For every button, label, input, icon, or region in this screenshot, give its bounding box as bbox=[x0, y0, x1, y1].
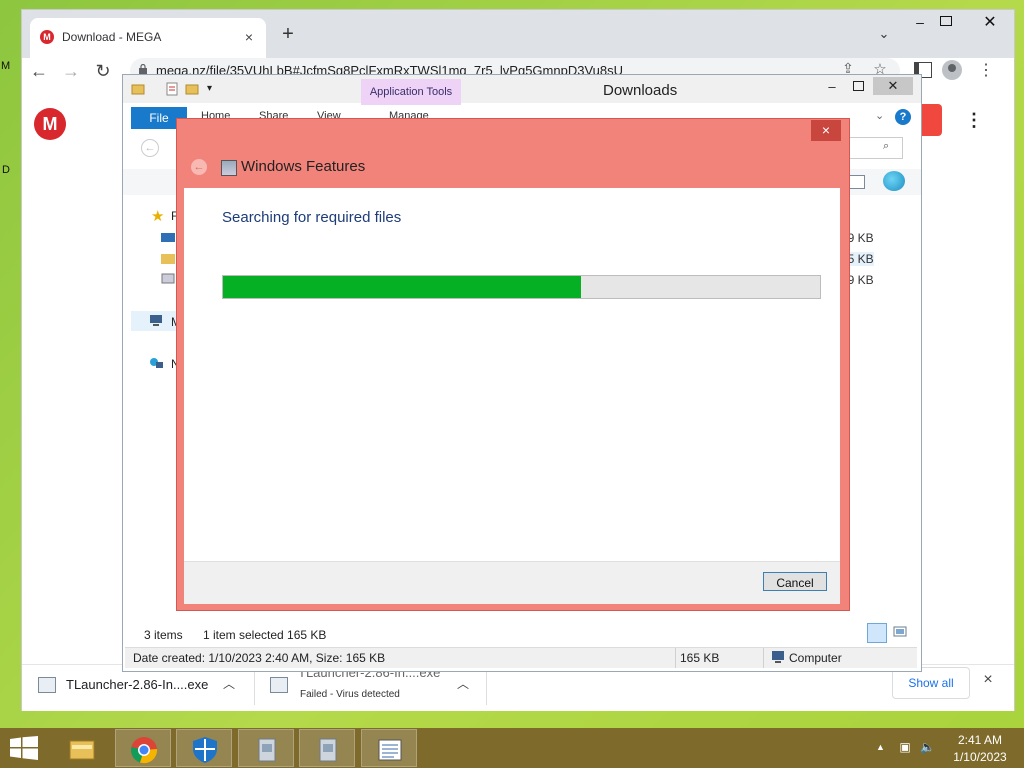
taskbar-installer[interactable] bbox=[238, 729, 294, 767]
windows-features-dialog: × ← Windows Features Searching for requi… bbox=[176, 118, 850, 611]
maximize-button[interactable] bbox=[853, 81, 864, 91]
volume-icon[interactable]: 🔈 bbox=[920, 740, 935, 754]
file-explorer-icon bbox=[69, 740, 95, 760]
exe-file-icon bbox=[38, 677, 56, 693]
browser-tab-strip: M Download - MEGA × + ⌄ – ✕ bbox=[22, 10, 1014, 58]
exe-file-icon bbox=[270, 677, 288, 693]
cancel-button[interactable]: Cancel bbox=[763, 572, 827, 591]
new-folder-icon[interactable] bbox=[185, 82, 199, 96]
details-text: Date created: 1/10/2023 2:40 AM, Size: 1… bbox=[133, 651, 386, 665]
details-size: 165 KB bbox=[680, 651, 720, 665]
chevron-up-icon[interactable]: ︿ bbox=[220, 675, 238, 693]
browser-tab[interactable]: M Download - MEGA × bbox=[30, 18, 266, 58]
favorites-star-icon: ★ bbox=[151, 208, 165, 225]
minimize-button[interactable]: – bbox=[825, 79, 839, 94]
help-icon[interactable]: ? bbox=[895, 109, 911, 125]
start-button[interactable] bbox=[0, 728, 48, 768]
close-window-button[interactable]: ✕ bbox=[873, 77, 913, 95]
search-icon: ⌕ bbox=[883, 140, 890, 152]
computer-icon bbox=[150, 315, 162, 326]
new-tab-button[interactable]: + bbox=[278, 24, 298, 44]
desktop-icon-label: D bbox=[2, 164, 10, 176]
computer-icon bbox=[772, 651, 784, 663]
folder-icon bbox=[131, 84, 145, 95]
globe-icon[interactable] bbox=[883, 171, 905, 191]
details-location: Computer bbox=[789, 651, 842, 665]
details-view-button[interactable] bbox=[867, 623, 887, 643]
chevron-down-icon[interactable]: ⌄ bbox=[875, 109, 884, 122]
dialog-content: Searching for required files bbox=[184, 188, 840, 561]
explorer-status-bar: 3 items 1 item selected 165 KB bbox=[123, 623, 921, 647]
properties-icon[interactable] bbox=[165, 82, 179, 96]
minimize-button[interactable]: – bbox=[910, 14, 930, 34]
taskbar-file-explorer[interactable] bbox=[54, 729, 110, 767]
back-arrow-icon: ← bbox=[191, 159, 207, 175]
reload-icon[interactable]: ↻ bbox=[92, 60, 114, 82]
desktop-icon-label: M bbox=[1, 60, 11, 72]
divider bbox=[763, 648, 764, 668]
installer-icon bbox=[319, 738, 337, 762]
chrome-icon bbox=[131, 737, 158, 764]
windows-features-icon bbox=[221, 160, 237, 176]
selection-info: 1 item selected 165 KB bbox=[203, 628, 327, 642]
item-count: 3 items bbox=[144, 628, 183, 642]
taskbar-installer[interactable] bbox=[299, 729, 355, 767]
downloads-folder-icon bbox=[161, 254, 175, 264]
mega-logo[interactable]: M bbox=[34, 108, 66, 140]
page-menu-icon[interactable]: ⋮ bbox=[964, 110, 984, 134]
qat-dropdown-icon[interactable]: ▾ bbox=[207, 83, 221, 97]
explorer-details-bar: Date created: 1/10/2023 2:40 AM, Size: 1… bbox=[125, 647, 917, 668]
maximize-button[interactable] bbox=[940, 16, 952, 26]
explorer-titlebar: ▾ Application Tools Downloads – ✕ bbox=[123, 75, 921, 105]
notepad-icon bbox=[378, 739, 402, 761]
explorer-title: Downloads bbox=[603, 82, 678, 99]
close-shelf-icon[interactable]: × bbox=[978, 671, 998, 691]
chevron-up-icon[interactable]: ︿ bbox=[454, 675, 472, 693]
tab-search-chevron-icon[interactable]: ⌄ bbox=[876, 26, 892, 42]
windows-logo-icon bbox=[10, 736, 38, 760]
show-hidden-icons-icon[interactable]: ▲ bbox=[876, 742, 885, 752]
back-arrow-icon[interactable]: ← bbox=[28, 60, 50, 82]
browser-menu-icon[interactable]: ⋮ bbox=[976, 60, 996, 80]
taskbar-notepad[interactable] bbox=[361, 729, 417, 767]
taskbar-windows-defender[interactable] bbox=[176, 729, 232, 767]
desktop-icon bbox=[161, 233, 175, 242]
taskbar-chrome[interactable] bbox=[115, 729, 171, 767]
lock-icon bbox=[139, 64, 147, 74]
dialog-close-button[interactable]: × bbox=[811, 120, 841, 141]
progress-bar-fill bbox=[223, 276, 582, 298]
tab-close-icon[interactable]: × bbox=[240, 28, 258, 46]
back-arrow-icon[interactable]: ← bbox=[141, 139, 159, 157]
progress-bar bbox=[222, 275, 821, 299]
mega-favicon-icon: M bbox=[40, 30, 54, 44]
profile-avatar-icon[interactable] bbox=[942, 60, 962, 80]
download-filename: TLauncher-2.86-In....exe bbox=[66, 677, 209, 692]
forward-arrow-icon[interactable]: → bbox=[60, 60, 82, 82]
context-tab-application-tools[interactable]: Application Tools bbox=[361, 79, 461, 105]
dialog-title: Windows Features bbox=[241, 158, 366, 175]
network-icon bbox=[150, 358, 163, 368]
large-icons-view-button[interactable] bbox=[891, 623, 909, 641]
download-status: Failed - Virus detected bbox=[300, 689, 400, 700]
shield-icon bbox=[193, 737, 217, 763]
divider bbox=[675, 648, 676, 668]
recent-places-icon bbox=[161, 273, 175, 284]
dialog-footer: Cancel bbox=[184, 561, 840, 604]
clock-time[interactable]: 2:41 AM bbox=[946, 733, 1014, 747]
clock-date[interactable]: 1/10/2023 bbox=[946, 750, 1014, 764]
taskbar: ▲ ▣ 🔈 2:41 AM 1/10/2023 bbox=[0, 728, 1024, 768]
tab-title: Download - MEGA bbox=[62, 30, 162, 44]
status-heading: Searching for required files bbox=[222, 209, 402, 226]
divider bbox=[486, 671, 487, 705]
close-window-button[interactable]: ✕ bbox=[976, 12, 1004, 34]
network-tray-icon[interactable]: ▣ bbox=[898, 740, 912, 754]
installer-icon bbox=[258, 738, 276, 762]
